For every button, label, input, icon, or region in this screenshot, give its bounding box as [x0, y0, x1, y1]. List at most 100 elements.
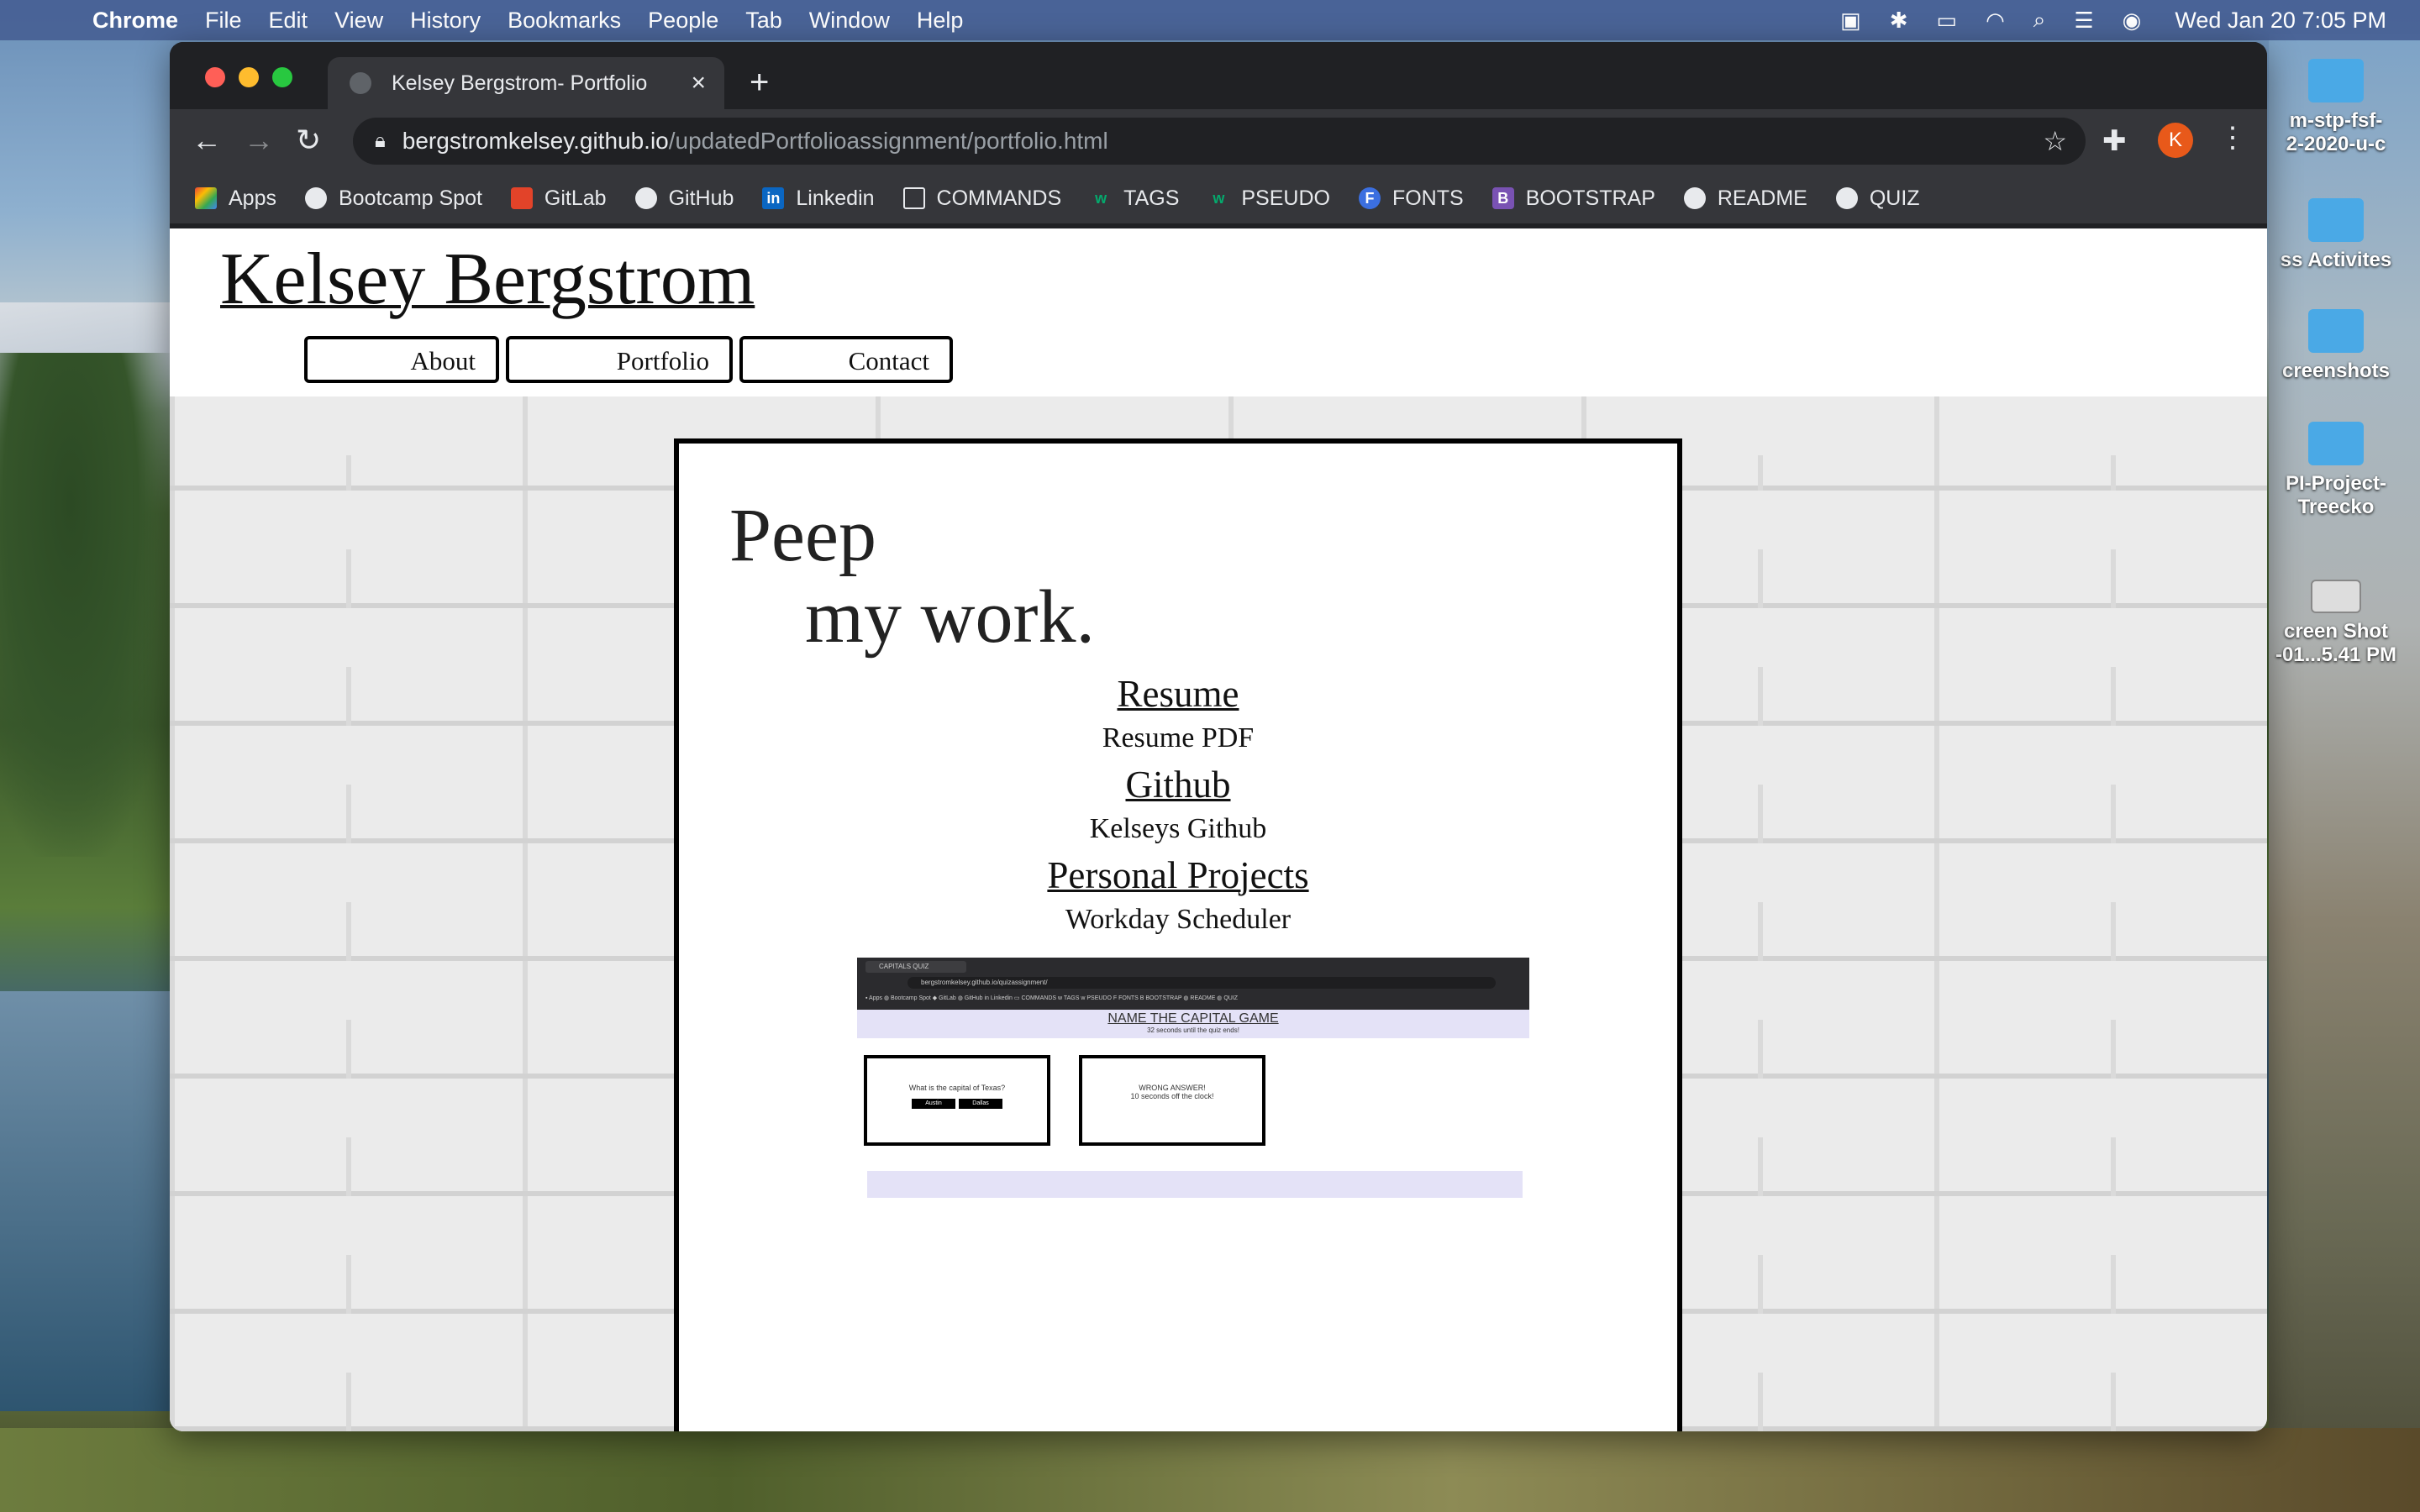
bookmark-apps[interactable]: Apps [195, 186, 276, 211]
desktop-folder-4[interactable]: PI-Project- Treecko [2252, 422, 2420, 519]
folder-icon [2308, 422, 2364, 465]
new-tab-button[interactable]: + [750, 64, 769, 102]
bookmark-label: GitHub [668, 186, 734, 210]
desktop-folder-2[interactable]: ss Activites [2252, 198, 2420, 272]
address-bar[interactable]: 🔒︎ bergstromkelsey.github.io/updatedPort… [353, 118, 2086, 165]
bookmark-label: Bootcamp Spot [338, 186, 482, 210]
menu-bookmarks[interactable]: Bookmarks [508, 8, 621, 34]
zoom-status-icon[interactable]: ▣ [1840, 8, 1861, 34]
preview-title-band: NAME THE CAPITAL GAME 32 seconds until t… [857, 1010, 1529, 1038]
bookmark-label: Linkedin [796, 186, 875, 210]
headline-line-2: my work. [805, 575, 1095, 659]
bookmark-github[interactable]: GitHub [634, 186, 734, 211]
fullscreen-window-button[interactable] [272, 67, 292, 87]
bookmark-label: Apps [229, 186, 276, 210]
url-path: /updatedPortfolioassignment/portfolio.ht… [668, 128, 1108, 154]
desktop-screenshot-file[interactable]: creen Shot -01...5.41 PM [2252, 580, 2420, 667]
desktop-folder-1[interactable]: m-stp-fsf- 2-2020-u-c [2252, 59, 2420, 156]
menu-view[interactable]: View [334, 8, 383, 34]
bootstrap-icon: B [1491, 187, 1514, 209]
preview-footer-band [867, 1171, 1523, 1198]
desktop-folder-2-label: ss Activites [2280, 249, 2392, 271]
fonts-icon: F [1358, 187, 1381, 209]
siri-icon[interactable]: ◉ [2123, 8, 2142, 34]
desktop-folder-3-label: creenshots [2281, 360, 2391, 382]
desktop-folder-1-label: m-stp-fsf- 2-2020-u-c [2286, 109, 2386, 155]
wallpaper-river [0, 991, 185, 1411]
lock-icon[interactable]: 🔒︎ [375, 129, 386, 153]
bookmark-label: FONTS [1392, 186, 1464, 210]
nav-about-button[interactable]: About [304, 336, 499, 383]
preview-browser-chrome: CAPITALS QUIZ bergstromkelsey.github.io/… [857, 958, 1529, 1010]
wifi-icon[interactable]: ◠ [1986, 8, 2005, 34]
bookmark-quiz[interactable]: QUIZ [1835, 186, 1920, 211]
reload-icon[interactable]: ↻ [296, 123, 321, 158]
extensions-puzzle-icon[interactable]: ✚ [2102, 124, 2127, 158]
bookmark-bootcamp-spot[interactable]: Bootcamp Spot [304, 186, 482, 211]
preview-answer-1: Austin [912, 1099, 955, 1109]
bookmark-gitlab[interactable]: GitLab [510, 186, 607, 211]
github-heading-link[interactable]: Github [679, 763, 1677, 806]
control-center-icon[interactable]: ☰ [2074, 8, 2093, 34]
spotlight-search-icon[interactable]: ⌕ [2033, 7, 2046, 34]
portfolio-card: Peep my work. Resume Resume PDF Github K… [674, 438, 1682, 1431]
nav-portfolio-button[interactable]: Portfolio [506, 336, 733, 383]
folder-icon [2308, 198, 2364, 242]
folder-icon [2308, 309, 2364, 353]
forward-arrow-icon[interactable]: → [244, 123, 274, 158]
more-menu-icon[interactable]: ⋮ [2218, 121, 2247, 155]
workday-scheduler-link[interactable]: Workday Scheduler [679, 904, 1677, 936]
bookmark-label: COMMANDS [936, 186, 1062, 210]
folder-icon [2308, 59, 2364, 102]
desktop-folder-3[interactable]: creenshots [2252, 309, 2420, 383]
menu-help[interactable]: Help [917, 8, 964, 34]
gitlab-icon [510, 187, 533, 209]
minimize-window-button[interactable] [239, 67, 259, 87]
headline-line-1: Peep [729, 494, 876, 577]
kelseys-github-link[interactable]: Kelseys Github [679, 813, 1677, 845]
menu-edit[interactable]: Edit [269, 8, 308, 34]
bookmark-star-icon[interactable]: ☆ [2043, 125, 2067, 157]
close-window-button[interactable] [205, 67, 225, 87]
bookmark-fonts[interactable]: F FONTS [1358, 186, 1464, 211]
menu-window[interactable]: Window [809, 8, 890, 34]
tab-title: Kelsey Bergstrom- Portfolio [392, 71, 648, 95]
resume-pdf-link[interactable]: Resume PDF [679, 722, 1677, 754]
resume-heading-link[interactable]: Resume [679, 672, 1677, 716]
bookmark-commands[interactable]: COMMANDS [902, 186, 1062, 211]
site-header: Kelsey Bergstrom About Portfolio Contact [170, 228, 2267, 396]
menu-history[interactable]: History [410, 8, 481, 34]
preview-feedback-box: WRONG ANSWER! 10 seconds off the clock! [1079, 1055, 1265, 1146]
browser-toolbar: ← → ↻ 🔒︎ bergstromkelsey.github.io/updat… [170, 109, 2267, 173]
nav-contact-button[interactable]: Contact [739, 336, 953, 383]
menubar-clock[interactable]: Wed Jan 20 7:05 PM [2175, 8, 2386, 34]
w3schools-icon: w [1213, 189, 1225, 207]
preview-subtitle: 32 seconds until the quiz ends! [1147, 1026, 1239, 1034]
preview-question-box: What is the capital of Texas? Austin Dall… [864, 1055, 1050, 1146]
bluetooth-icon[interactable]: ✱ [1890, 8, 1908, 34]
menu-tab[interactable]: Tab [745, 8, 782, 34]
personal-projects-heading-link[interactable]: Personal Projects [679, 853, 1677, 897]
site-title-link[interactable]: Kelsey Bergstrom [220, 237, 755, 322]
bookmark-pseudo[interactable]: w PSEUDO [1207, 186, 1330, 211]
menu-people[interactable]: People [648, 8, 718, 34]
preview-bookmarks: ▪ Apps ◍ Bootcamp Spot ◆ GitLab ◍ GitHub… [865, 995, 1239, 1001]
bookmark-bootstrap[interactable]: B BOOTSTRAP [1491, 186, 1655, 211]
project-preview-image[interactable]: CAPITALS QUIZ bergstromkelsey.github.io/… [857, 958, 1529, 1201]
terminal-icon [902, 187, 925, 209]
preview-answer-2: Dallas [959, 1099, 1002, 1109]
bookmark-linkedin[interactable]: in Linkedin [762, 186, 875, 211]
tab-active[interactable]: Kelsey Bergstrom- Portfolio × [328, 57, 724, 109]
menu-file[interactable]: File [205, 8, 242, 34]
wallpaper-grass [0, 1428, 2420, 1512]
menu-app-name[interactable]: Chrome [92, 8, 178, 34]
bookmark-readme[interactable]: README [1683, 186, 1807, 211]
preview-url: bergstromkelsey.github.io/quizassignment… [908, 977, 1496, 989]
chrome-window: Kelsey Bergstrom- Portfolio × + ← → ↻ 🔒︎… [170, 42, 2267, 1431]
close-tab-icon[interactable]: × [691, 69, 706, 97]
profile-avatar[interactable]: K [2158, 123, 2193, 158]
battery-icon[interactable]: ▭ [1937, 8, 1958, 34]
bookmark-label: README [1717, 186, 1807, 210]
bookmark-tags[interactable]: w TAGS [1090, 186, 1179, 211]
back-arrow-icon[interactable]: ← [192, 123, 222, 158]
